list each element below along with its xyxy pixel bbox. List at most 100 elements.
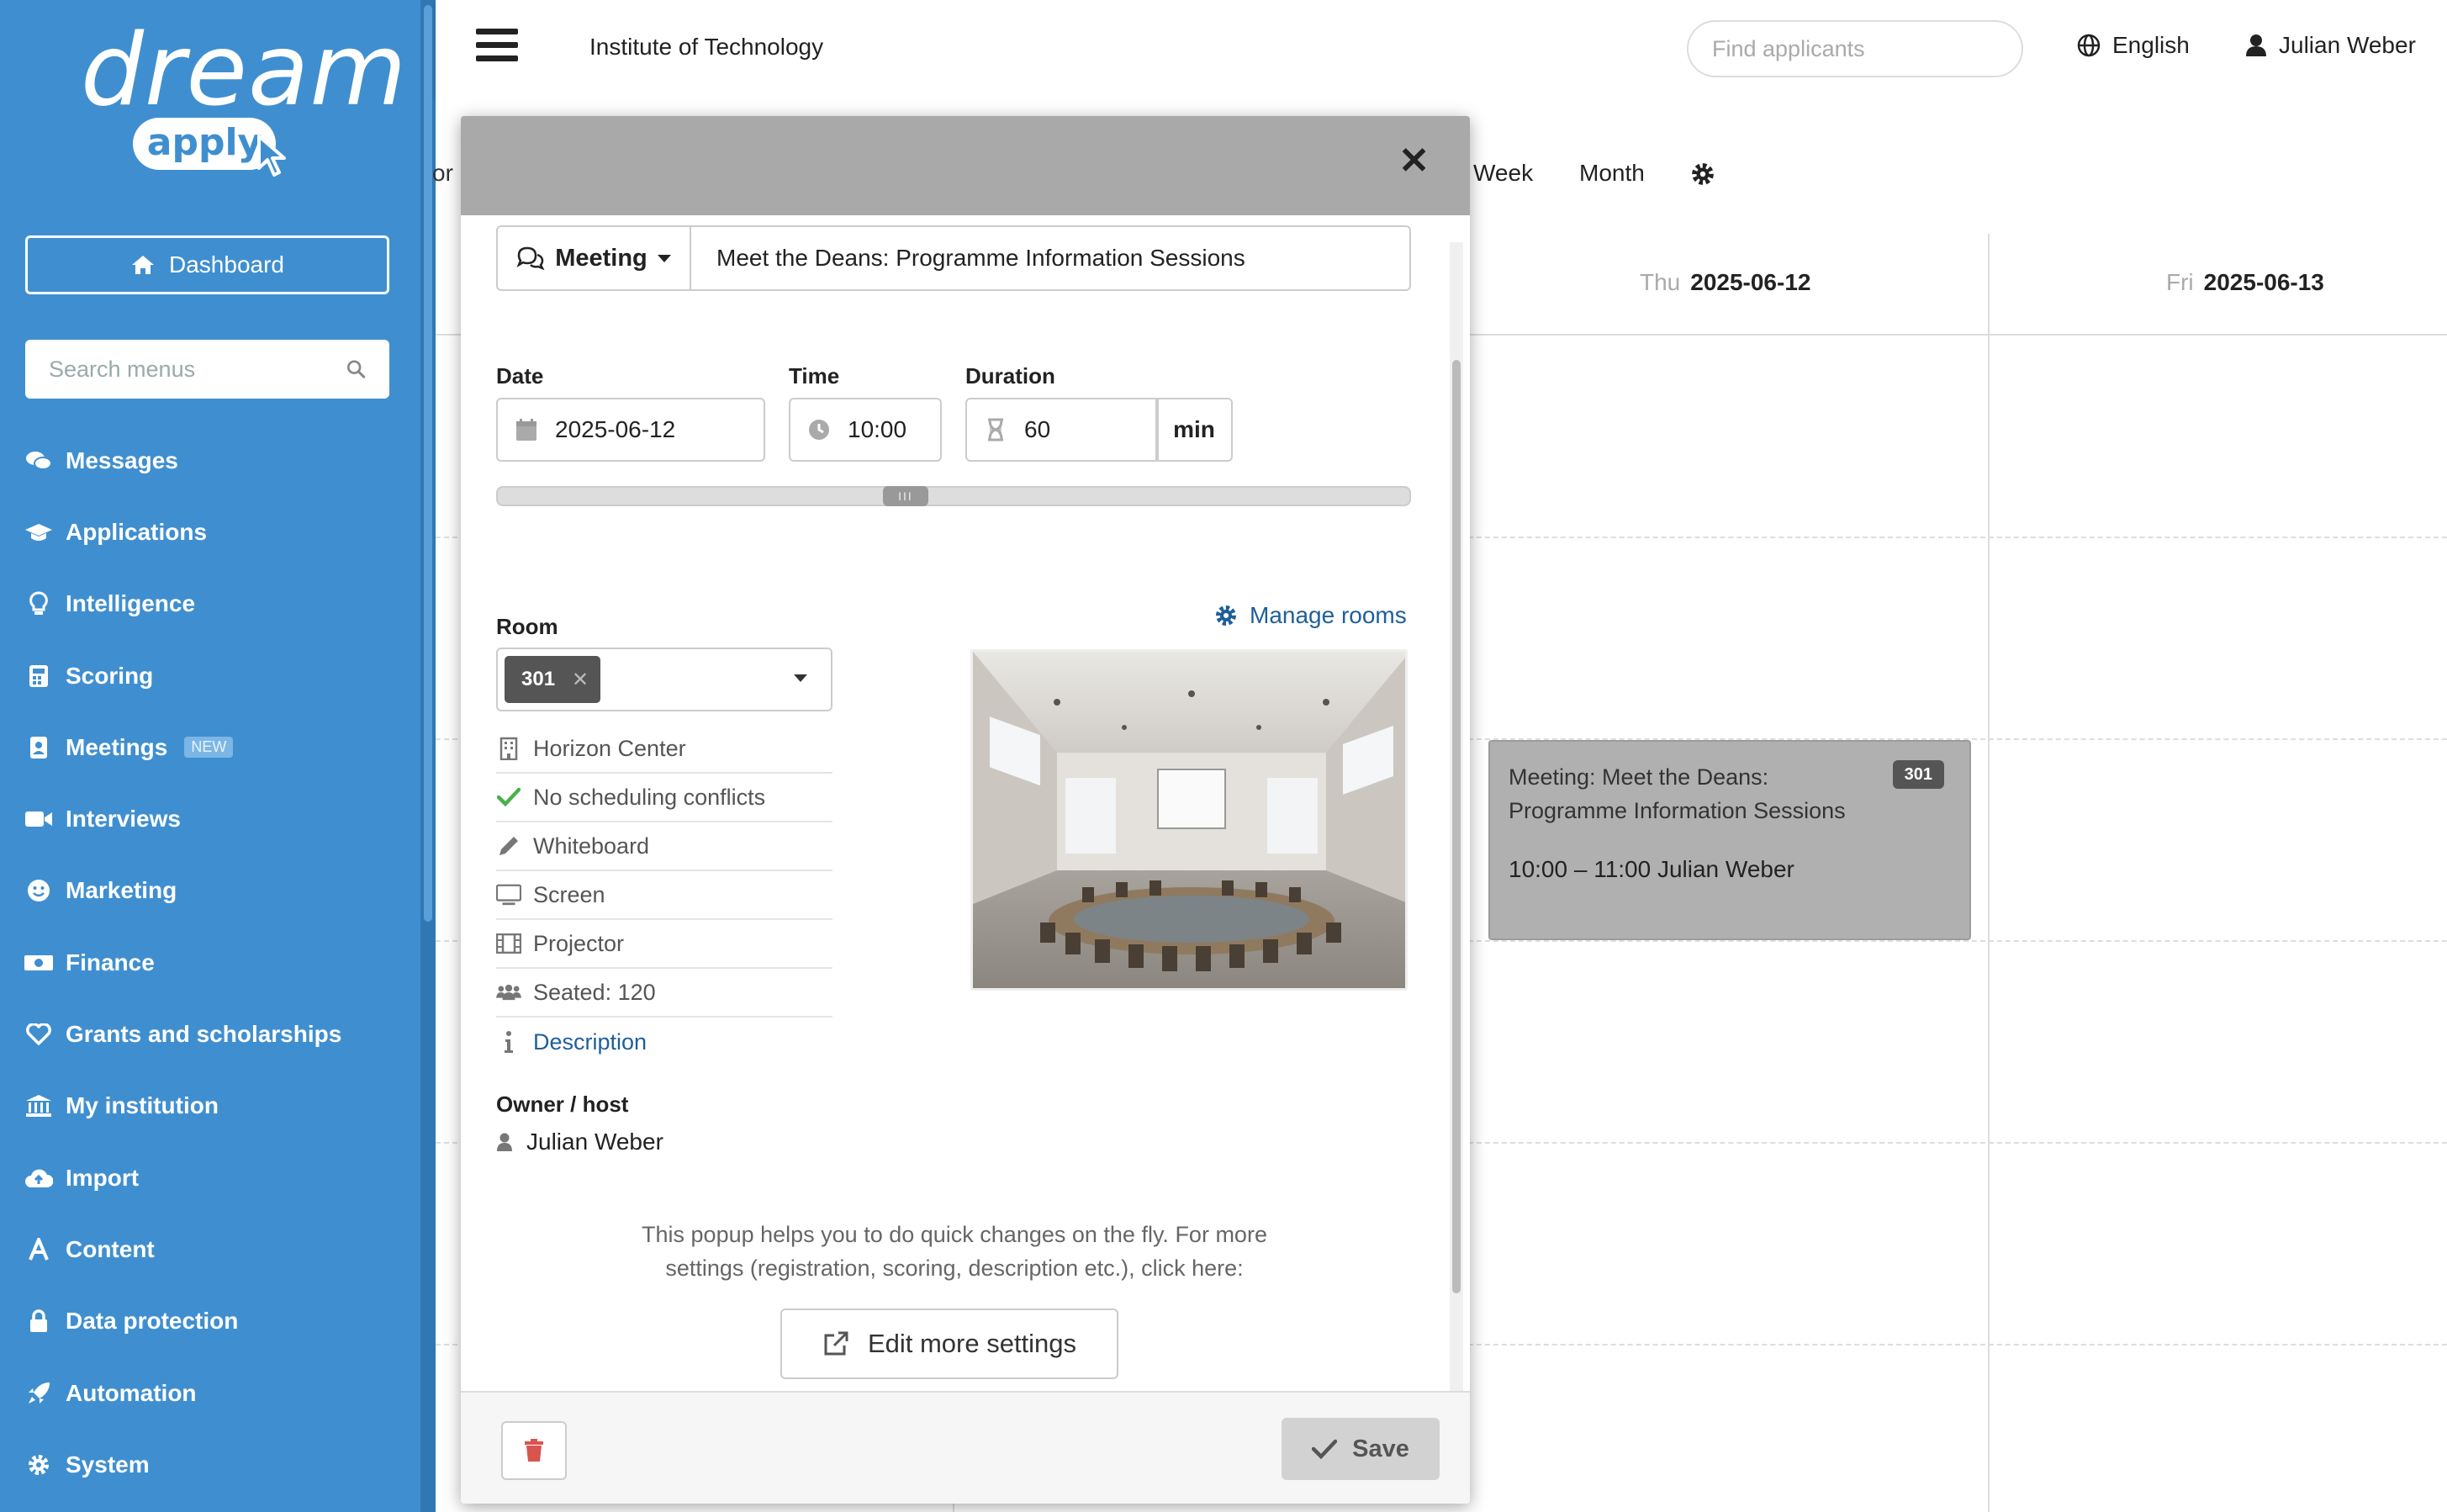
sidebar-item-system[interactable]: System <box>0 1429 420 1500</box>
video-camera-icon <box>24 810 54 828</box>
font-icon <box>24 1237 54 1261</box>
language-selector[interactable]: English <box>2077 32 2190 59</box>
search-icon[interactable] <box>346 357 366 382</box>
view-week-button[interactable]: Week <box>1473 160 1533 187</box>
sidebar-item-applications[interactable]: Applications <box>0 496 420 568</box>
manage-rooms-link[interactable]: Manage rooms <box>1214 602 1407 629</box>
room-prop-text: Whiteboard <box>533 833 650 859</box>
time-value: 10:00 <box>848 416 907 442</box>
institution-icon <box>24 1094 54 1118</box>
dashboard-label: Dashboard <box>169 251 284 278</box>
manage-rooms-label: Manage rooms <box>1250 602 1407 628</box>
modal-scroll-thumb[interactable] <box>1452 360 1461 1293</box>
home-icon <box>132 256 154 274</box>
external-link-icon <box>824 1331 848 1356</box>
applicant-search[interactable] <box>1687 20 2023 77</box>
room-prop-text: Description <box>533 1028 647 1055</box>
sidebar-item-content[interactable]: Content <box>0 1213 420 1285</box>
save-button[interactable]: Save <box>1282 1418 1440 1480</box>
room-label: Room <box>496 614 558 639</box>
room-photo-illustration <box>973 652 1405 988</box>
owner-host-value: Julian Weber <box>526 1129 663 1155</box>
room-prop-text: Screen <box>533 881 605 907</box>
duration-label: Duration <box>965 363 1055 389</box>
sidebar-item-marketing[interactable]: Marketing <box>0 855 420 927</box>
close-icon[interactable]: ✕ <box>1398 143 1430 180</box>
sidebar-item-finance[interactable]: Finance <box>0 927 420 998</box>
date-field[interactable]: 2025-06-12 <box>496 398 765 462</box>
institution-name: Institute of Technology <box>589 34 824 60</box>
graduation-cap-icon <box>24 522 54 542</box>
time-field[interactable]: 10:00 <box>789 398 942 462</box>
comments-icon <box>516 246 545 270</box>
room-projector: Projector <box>496 920 832 969</box>
sidebar-item-label: Marketing <box>66 877 177 904</box>
user-menu[interactable]: Julian Weber <box>2245 32 2416 59</box>
heart-icon <box>24 1023 54 1045</box>
view-month-button[interactable]: Month <box>1579 160 1645 187</box>
sidebar-item-my-institution[interactable]: My institution <box>0 1071 420 1142</box>
menu-search[interactable] <box>25 340 389 399</box>
building-icon <box>496 737 521 760</box>
caret-down-icon <box>657 254 671 262</box>
user-icon <box>497 1133 512 1151</box>
calendar-icon <box>498 418 555 441</box>
edit-more-settings-button[interactable]: Edit more settings <box>780 1308 1118 1379</box>
room-select[interactable]: 301 ✕ <box>496 648 832 711</box>
room-photo[interactable] <box>970 649 1408 991</box>
room-description-link[interactable]: Description <box>496 1018 832 1066</box>
film-icon <box>496 933 521 954</box>
sidebar-scroll-thumb[interactable] <box>424 5 432 922</box>
time-range-slider[interactable]: III <box>496 486 1411 506</box>
sidebar-item-label: System <box>66 1451 150 1478</box>
remove-room-icon[interactable]: ✕ <box>572 668 589 692</box>
users-icon <box>496 982 521 1002</box>
dashboard-button[interactable]: Dashboard <box>25 235 389 294</box>
sidebar-item-automation[interactable]: Automation <box>0 1357 420 1429</box>
room-prop-text: Seated: 120 <box>533 979 656 1005</box>
info-icon <box>496 1030 521 1054</box>
slider-handle[interactable]: III <box>883 486 928 506</box>
sidebar-item-label: Grants and scholarships <box>66 1021 342 1048</box>
calendar-settings-gear-icon[interactable] <box>1690 161 1715 187</box>
event-type-label: Meeting <box>555 244 647 272</box>
sidebar-item-label: Interviews <box>66 806 181 833</box>
sidebar-item-messages[interactable]: Messages <box>0 425 420 496</box>
day-header-fri: Fri 2025-06-13 <box>2166 269 2324 295</box>
caret-down-icon[interactable] <box>794 674 807 682</box>
date-label: Date <box>496 363 544 389</box>
applicant-search-input[interactable] <box>1712 35 2010 62</box>
hamburger-menu-icon[interactable] <box>476 29 518 67</box>
calendar-event[interactable]: Meeting: Meet the Deans: Programme Infor… <box>1488 740 1971 940</box>
event-title-input[interactable]: Meet the Deans: Programme Information Se… <box>690 225 1411 291</box>
new-badge: NEW <box>184 737 234 759</box>
duration-field[interactable]: 60 <box>965 398 1159 462</box>
help-text-line: settings (registration, scoring, descrip… <box>665 1256 1244 1281</box>
duration-value: 60 <box>1024 416 1051 442</box>
sidebar-item-scoring[interactable]: Scoring <box>0 640 420 711</box>
room-conflicts: No scheduling conflicts <box>496 774 832 822</box>
duration-unit: min <box>1155 398 1233 462</box>
book-user-icon <box>24 736 54 759</box>
event-type-dropdown[interactable]: Meeting <box>496 225 690 291</box>
sidebar-item-meetings[interactable]: Meetings NEW <box>0 711 420 783</box>
sidebar-item-import[interactable]: Import <box>0 1142 420 1213</box>
modal-scrollbar[interactable] <box>1450 242 1463 1419</box>
dreamapply-logo[interactable]: dream apply <box>81 15 406 200</box>
sidebar-item-interviews[interactable]: Interviews <box>0 783 420 854</box>
logo-word: dream <box>81 12 408 128</box>
owner-host-label: Owner / host <box>496 1092 629 1117</box>
monitor-icon <box>496 883 521 907</box>
comments-icon <box>24 450 54 472</box>
menu-search-input[interactable] <box>49 356 346 383</box>
sidebar-scrollbar[interactable] <box>420 0 436 1512</box>
save-label: Save <box>1352 1435 1409 1462</box>
delete-button[interactable] <box>501 1421 567 1480</box>
modal-footer: Save <box>461 1391 1470 1504</box>
sidebar-item-grants[interactable]: Grants and scholarships <box>0 998 420 1070</box>
day-header-thu: Thu 2025-06-12 <box>1640 269 1811 295</box>
sidebar-item-data-protection[interactable]: Data protection <box>0 1286 420 1357</box>
sidebar-item-intelligence[interactable]: Intelligence <box>0 568 420 640</box>
event-title: Meeting: Meet the Deans: Programme Infor… <box>1509 764 1846 823</box>
room-tag-label: 301 <box>521 668 556 690</box>
